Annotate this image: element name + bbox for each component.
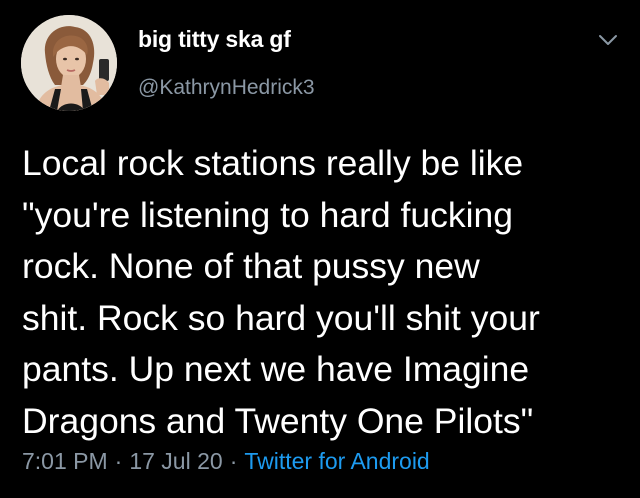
tweet-text-line: rock. None of that pussy new [22,246,480,286]
tweet-date[interactable]: 17 Jul 20 [129,448,222,474]
display-name[interactable]: big titty ska gf [138,26,291,53]
user-handle[interactable]: @KathrynHedrick3 [138,76,315,100]
separator: · [114,448,123,474]
tweet-text-line: shit. Rock so hard you'll shit your [22,297,540,338]
avatar[interactable] [21,15,117,111]
separator: · [229,448,238,474]
tweet-text-line: "you're listening to hard fucking [22,194,514,235]
tweet-metadata: 7:01 PM · 17 Jul 20 · Twitter for Android [22,448,430,475]
avatar-image [21,15,117,111]
tweet-text-line: Dragons and Twenty One Pilots" [22,400,534,441]
tweet-source-link[interactable]: Twitter for Android [244,448,429,474]
tweet-time[interactable]: 7:01 PM [22,448,108,474]
tweet-text: Local rock stations really be like "you'… [22,138,622,447]
tweet-text-line: Local rock stations really be like [22,143,524,183]
tweet-text-line: pants. Up next we have Imagine [22,349,530,389]
chevron-down-icon[interactable] [597,32,619,48]
tweet-card: big titty ska gf @KathrynHedrick3 Local … [0,0,640,498]
